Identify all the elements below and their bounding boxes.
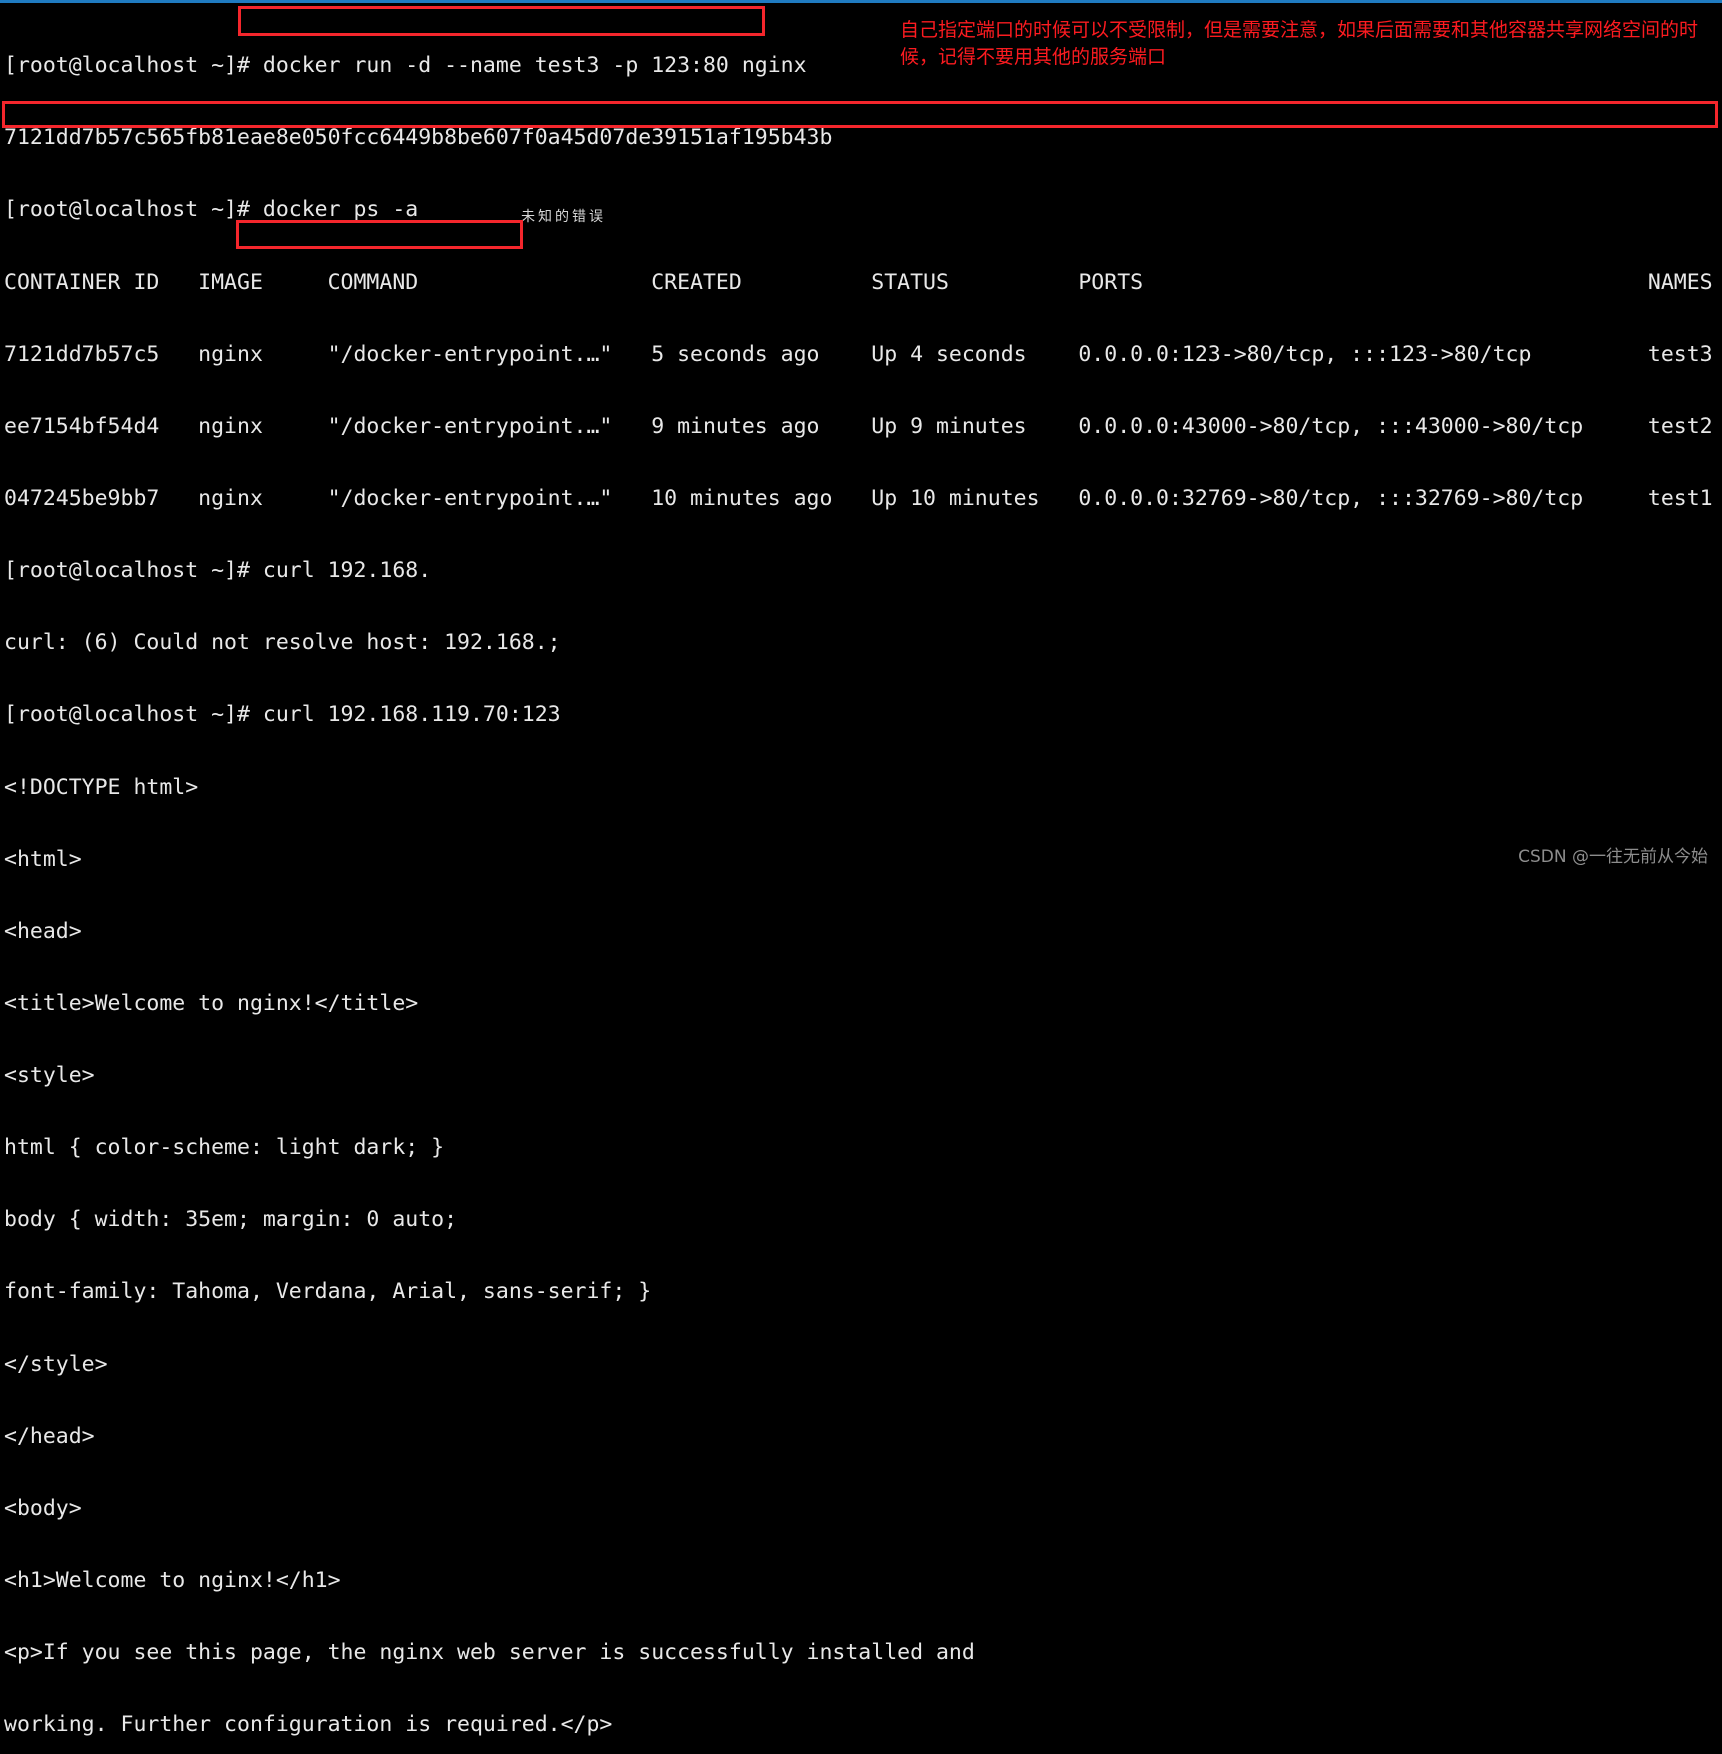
terminal-line: body { width: 35em; margin: 0 auto; — [4, 1207, 458, 1233]
table-row: 047245be9bb7 nginx "/docker-entrypoint.…… — [4, 485, 1713, 511]
terminal-line: <style> — [4, 1063, 95, 1089]
terminal-line: </head> — [4, 1423, 95, 1449]
terminal-line: [root@localhost ~]# curl 192.168. — [4, 558, 432, 584]
terminal-line: <!DOCTYPE html> — [4, 774, 199, 800]
terminal-line: [root@localhost ~]# docker ps -a — [4, 197, 419, 223]
curl-error-line: curl: (6) Could not resolve host: 192.16… — [4, 630, 561, 656]
terminal-output[interactable]: [root@localhost ~]# docker run -d --name… — [4, 6, 1722, 1754]
table-row: 7121dd7b57c5 nginx "/docker-entrypoint.…… — [4, 341, 1713, 367]
terminal-line: <html> — [4, 846, 82, 872]
terminal-line: html { color-scheme: light dark; } — [4, 1135, 445, 1161]
inline-annotation-unknown-error: 未知的错误 — [521, 209, 606, 225]
terminal-line: font-family: Tahoma, Verdana, Arial, san… — [4, 1279, 652, 1305]
terminal-line: <body> — [4, 1495, 82, 1521]
terminal-line: <head> — [4, 918, 82, 944]
red-annotation-note: 自己指定端口的时候可以不受限制，但是需要注意，如果后面需要和其他容器共享网络空间… — [900, 19, 1699, 68]
terminal-line: </style> — [4, 1351, 108, 1377]
terminal-line: 7121dd7b57c565fb81eae8e050fcc6449b8be607… — [4, 125, 833, 151]
terminal-line: <title>Welcome to nginx!</title> — [4, 990, 419, 1016]
docker-ps-header-row: CONTAINER ID IMAGE COMMAND CREATED STATU… — [4, 269, 1713, 295]
table-row: ee7154bf54d4 nginx "/docker-entrypoint.…… — [4, 413, 1713, 439]
watermark: CSDN @一往无前从今始 — [1518, 847, 1708, 867]
terminal-line: [root@localhost ~]# curl 192.168.119.70:… — [4, 702, 561, 728]
terminal-line: <p>If you see this page, the nginx web s… — [4, 1640, 975, 1666]
terminal-line: <h1>Welcome to nginx!</h1> — [4, 1568, 341, 1594]
terminal-window: [root@localhost ~]# docker run -d --name… — [0, 0, 1722, 1737]
terminal-line: working. Further configuration is requir… — [4, 1712, 613, 1738]
